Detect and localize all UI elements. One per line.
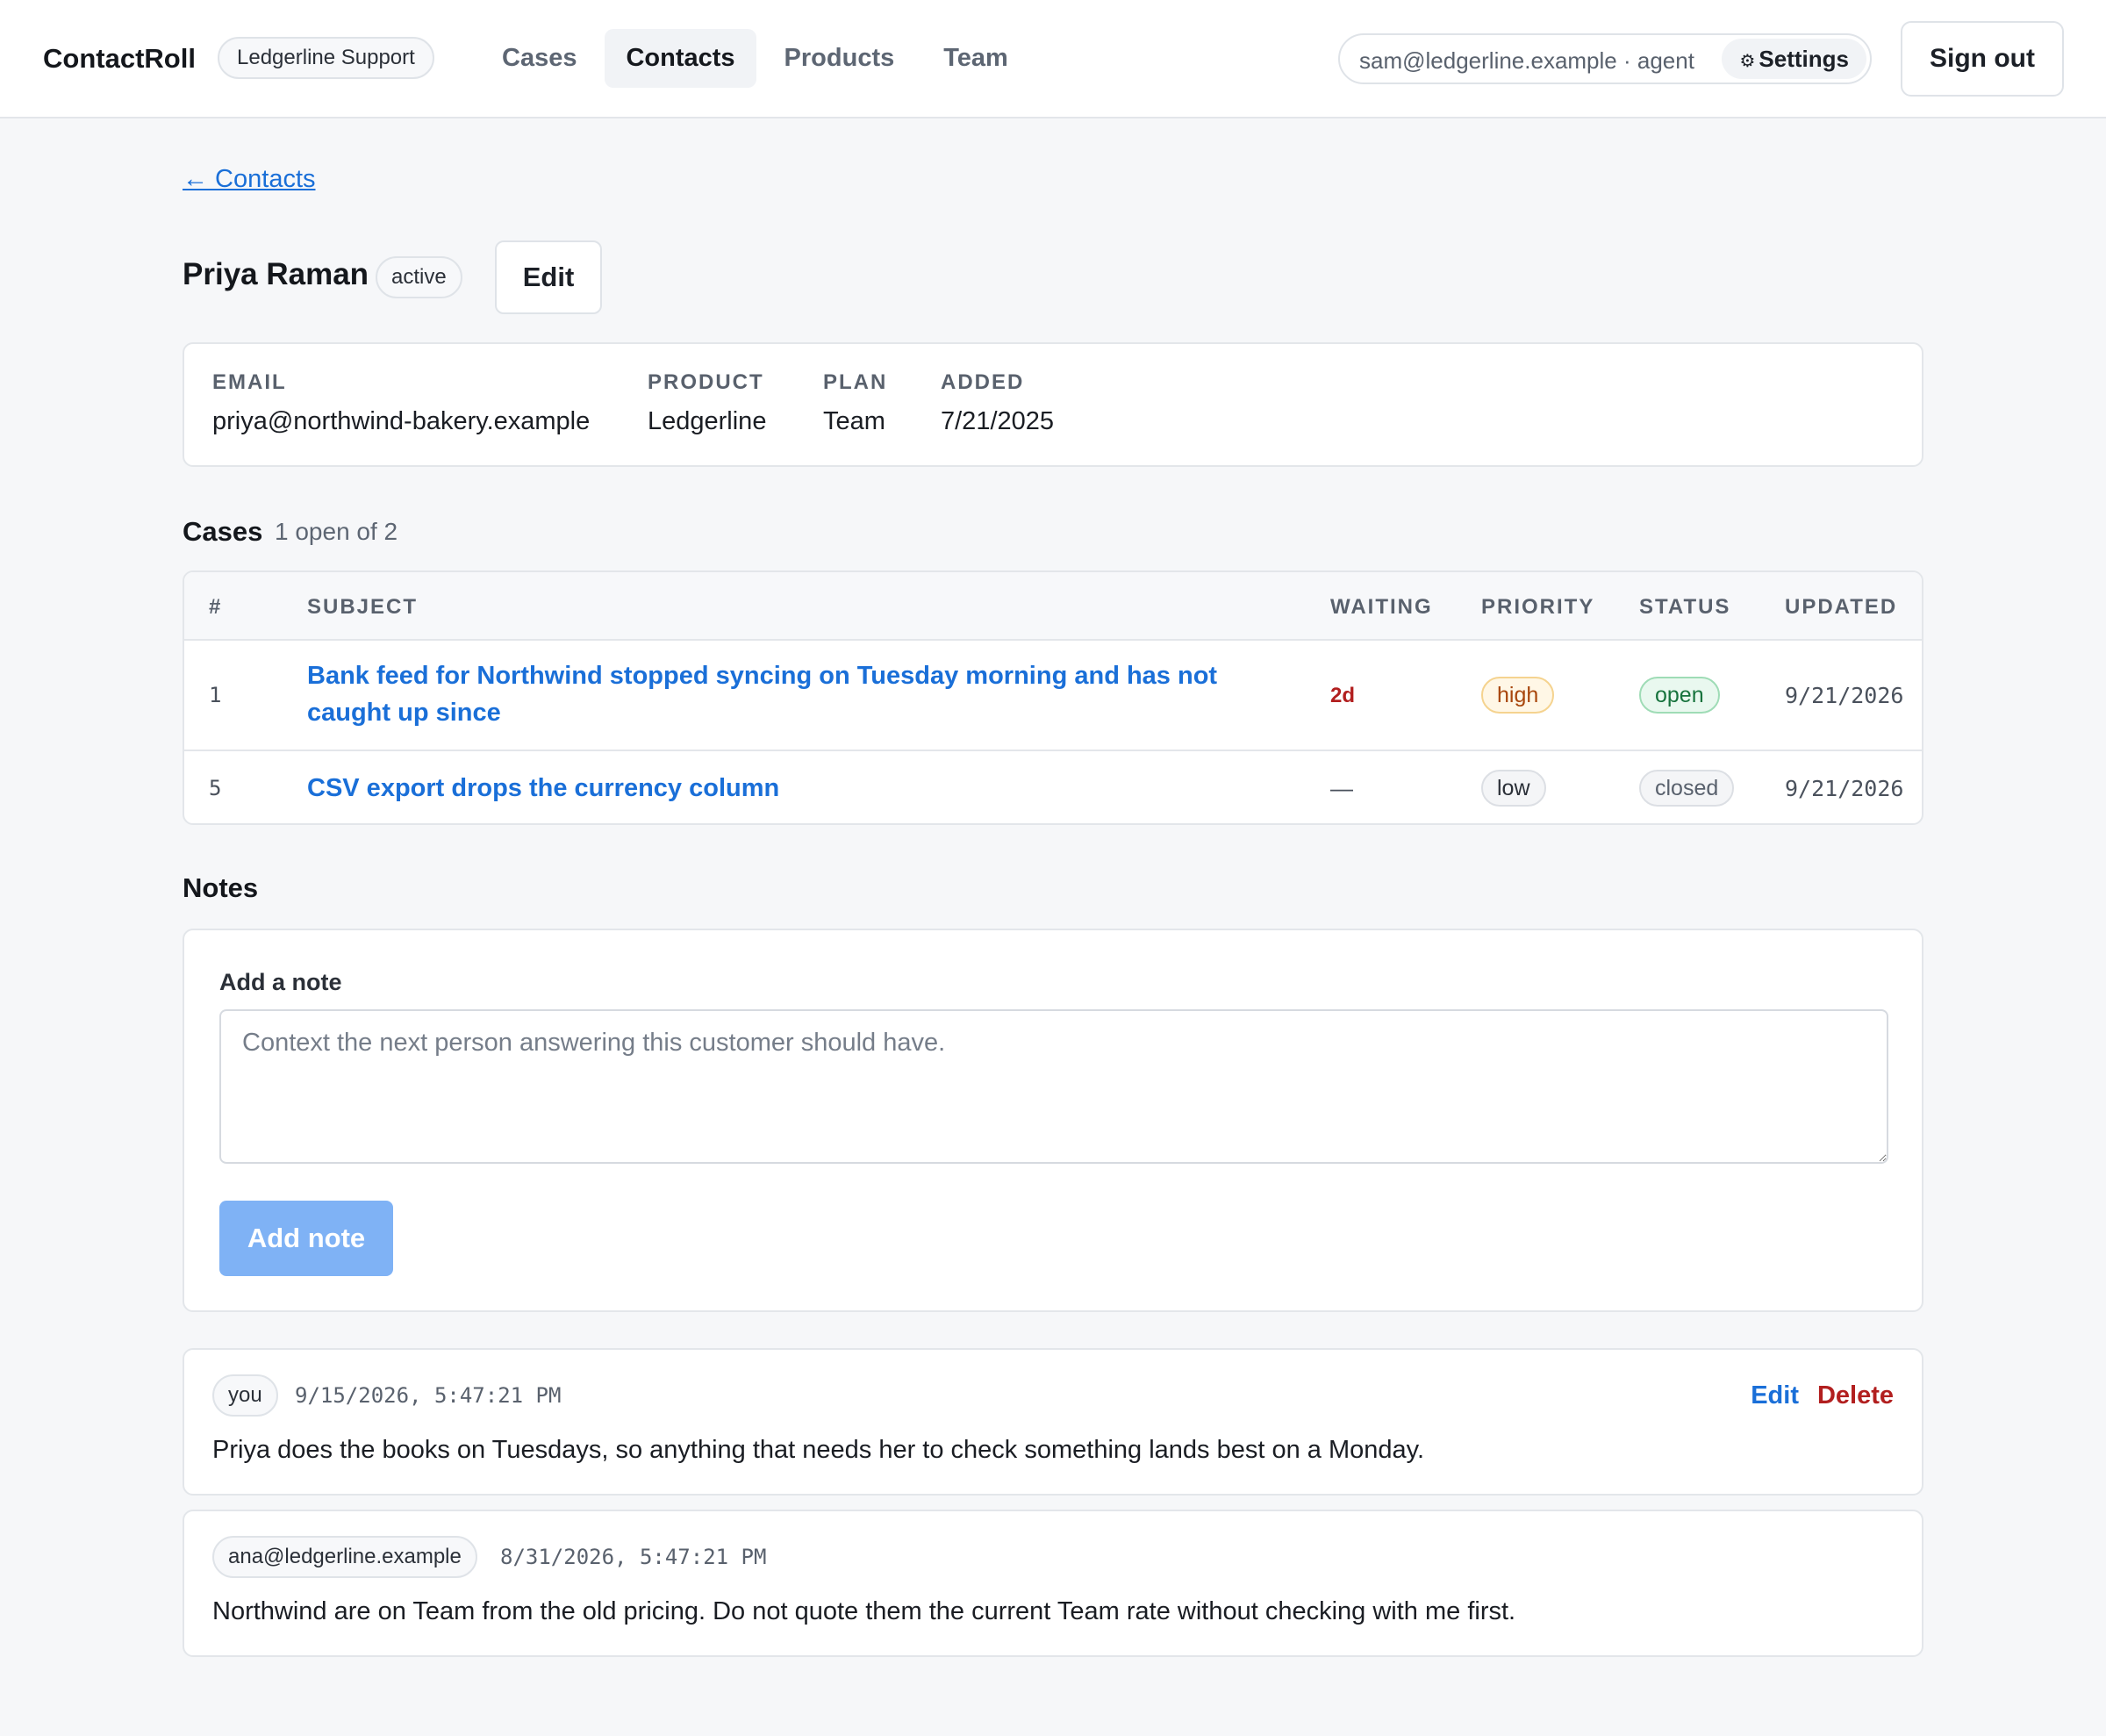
back-to-contacts-link[interactable]: ← Contacts (183, 165, 316, 194)
detail-added: ADDED 7/21/2025 (941, 370, 1054, 436)
table-header: # SUBJECT WAITING PRIORITY STATUS UPDATE… (184, 572, 1922, 641)
case-subject-link[interactable]: Bank feed for Northwind stopped syncing … (307, 657, 1290, 731)
contact-name: Priya Raman (183, 257, 369, 291)
nav-cases[interactable]: Cases (481, 29, 598, 88)
contact-status-badge: active (376, 256, 462, 298)
case-updated: 9/21/2026 (1785, 776, 1904, 801)
cases-heading: Cases (183, 516, 263, 547)
note-item: ana@ledgerline.example 8/31/2026, 5:47:2… (183, 1510, 1923, 1657)
edit-note-button[interactable]: Edit (1751, 1381, 1799, 1410)
col-priority: PRIORITY (1481, 595, 1595, 619)
note-item: you 9/15/2026, 5:47:21 PM Edit Delete Pr… (183, 1348, 1923, 1496)
notes-heading: Notes (183, 872, 259, 903)
priority-badge: high (1481, 677, 1555, 714)
email-value: priya@northwind-bakery.example (212, 407, 591, 435)
added-value: 7/21/2025 (941, 407, 1055, 435)
edit-contact-button[interactable]: Edit (495, 240, 602, 314)
col-subject: SUBJECT (307, 595, 419, 619)
table-row[interactable]: 5 CSV export drops the currency column —… (184, 751, 1922, 823)
org-badge: Ledgerline Support (218, 37, 434, 79)
settings-button[interactable]: ⚙ Settings (1722, 39, 1866, 79)
user-menu: sam@ledgerline.example · agent ⚙ Settings (1338, 33, 1872, 84)
priority-cell: low (1481, 770, 1546, 807)
add-note-button[interactable]: Add note (219, 1201, 393, 1276)
nav-team[interactable]: Team (922, 29, 1029, 88)
status-cell: open (1639, 677, 1720, 714)
product-value: Ledgerline (648, 407, 767, 435)
detail-plan: PLAN Team (823, 370, 887, 436)
added-label: ADDED (941, 370, 1025, 394)
add-note-label: Add a note (219, 969, 342, 995)
note-author-badge: ana@ledgerline.example (212, 1536, 477, 1578)
status-badge: open (1639, 677, 1720, 714)
nav-products[interactable]: Products (763, 29, 916, 88)
gear-icon: ⚙ (1739, 52, 1756, 71)
main-nav: Cases Contacts Products Team (481, 29, 1036, 88)
col-status: STATUS (1639, 595, 1731, 619)
sign-out-button[interactable]: Sign out (1901, 21, 2064, 97)
case-subject-link[interactable]: CSV export drops the currency column (307, 770, 779, 807)
contact-details-card: EMAIL priya@northwind-bakery.example PRO… (183, 342, 1923, 467)
col-waiting: WAITING (1330, 595, 1433, 619)
note-timestamp: 9/15/2026, 5:47:21 PM (295, 1383, 562, 1408)
note-body: Priya does the books on Tuesdays, so any… (212, 1436, 1425, 1464)
note-input[interactable] (219, 1009, 1888, 1164)
priority-badge: low (1481, 770, 1546, 807)
priority-cell: high (1481, 677, 1555, 714)
table-row[interactable]: 1 Bank feed for Northwind stopped syncin… (184, 641, 1922, 751)
case-waiting: 2d (1330, 684, 1356, 707)
cases-table: # SUBJECT WAITING PRIORITY STATUS UPDATE… (183, 570, 1923, 825)
nav-contacts[interactable]: Contacts (605, 29, 756, 88)
case-updated: 9/21/2026 (1785, 683, 1904, 708)
status-cell: closed (1639, 770, 1735, 807)
note-timestamp: 8/31/2026, 5:47:21 PM (500, 1545, 767, 1569)
brand-logo[interactable]: ContactRoll (43, 43, 196, 75)
status-badge: closed (1639, 770, 1735, 807)
detail-email: EMAIL priya@northwind-bakery.example (212, 370, 590, 436)
case-waiting: — (1330, 775, 1353, 801)
settings-label: Settings (1759, 46, 1849, 72)
plan-value: Team (823, 407, 885, 435)
col-updated: UPDATED (1785, 595, 1898, 619)
case-number: 5 (209, 776, 222, 800)
add-note-form: Add a note Add note (183, 929, 1923, 1312)
note-body: Northwind are on Team from the old prici… (212, 1597, 1516, 1625)
user-identity: sam@ledgerline.example · agent (1359, 47, 1694, 74)
email-label: EMAIL (212, 370, 287, 394)
detail-product: PRODUCT Ledgerline (648, 370, 766, 436)
top-bar: ContactRoll Ledgerline Support Cases Con… (0, 0, 2106, 118)
delete-note-button[interactable]: Delete (1817, 1381, 1894, 1410)
cases-summary: 1 open of 2 (275, 518, 398, 545)
note-author-badge: you (212, 1374, 278, 1417)
product-label: PRODUCT (648, 370, 764, 394)
case-number: 1 (209, 683, 222, 707)
col-number: # (209, 595, 223, 619)
plan-label: PLAN (823, 370, 888, 394)
